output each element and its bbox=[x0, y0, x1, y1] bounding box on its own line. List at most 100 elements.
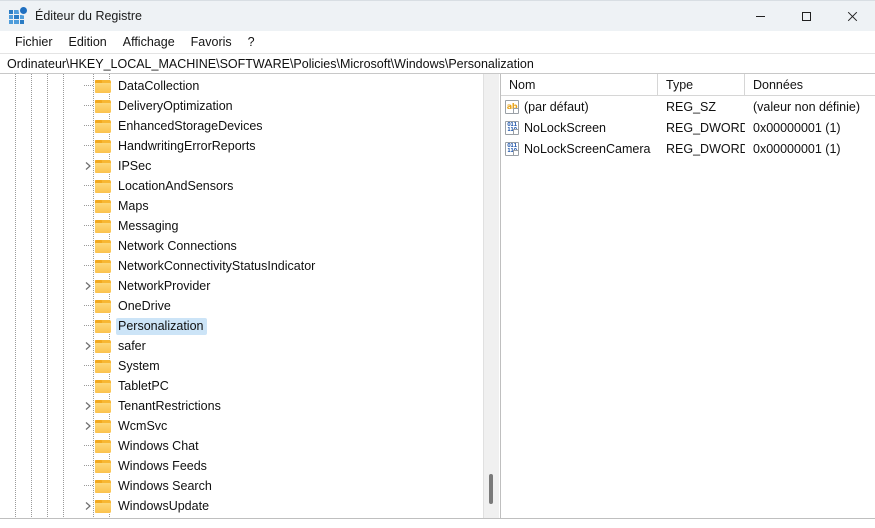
tree-vertical-scrollbar[interactable] bbox=[483, 74, 499, 518]
tree-connector bbox=[81, 476, 95, 496]
tree-item[interactable]: LocationAndSensors bbox=[0, 176, 500, 196]
minimize-button[interactable] bbox=[737, 1, 783, 32]
registry-values-pane: Nom Type Données ab (par défaut) REG_SZ (va… bbox=[501, 74, 875, 518]
dword-value-icon: 011 110 bbox=[505, 141, 519, 156]
tree-item[interactable]: EnhancedStorageDevices bbox=[0, 116, 500, 136]
tree-connector bbox=[81, 216, 95, 236]
tree-item[interactable]: DataCollection bbox=[0, 76, 500, 96]
menu-item-affichage[interactable]: Affichage bbox=[115, 33, 183, 52]
address-bar[interactable]: Ordinateur\HKEY_LOCAL_MACHINE\SOFTWARE\P… bbox=[0, 53, 875, 74]
folder-icon bbox=[95, 139, 111, 153]
tree-item[interactable]: Messaging bbox=[0, 216, 500, 236]
value-row[interactable]: 011 110 NoLockScreenCamera REG_DWORD 0x00000… bbox=[501, 138, 875, 159]
column-header-data[interactable]: Données bbox=[745, 74, 875, 95]
folder-icon bbox=[95, 319, 111, 333]
value-data-cell: 0x00000001 (1) bbox=[753, 120, 841, 135]
chevron-right-icon[interactable] bbox=[81, 396, 95, 416]
value-name-text: NoLockScreen bbox=[524, 120, 606, 135]
tree-item[interactable]: Windows Search bbox=[0, 476, 500, 496]
tree-item[interactable]: WindowsUpdate bbox=[0, 496, 500, 516]
tree-item[interactable]: DeliveryOptimization bbox=[0, 96, 500, 116]
tree-item-label: WorkplaceJoin bbox=[116, 518, 204, 519]
tree-connector bbox=[81, 356, 95, 376]
tree-item[interactable]: NetworkProvider bbox=[0, 276, 500, 296]
registry-editor-icon bbox=[9, 6, 27, 25]
tree-item[interactable]: NetworkConnectivityStatusIndicator bbox=[0, 256, 500, 276]
tree-item-label: TabletPC bbox=[118, 378, 169, 393]
menu-item-fichier[interactable]: Fichier bbox=[7, 33, 61, 52]
tree-item-label: EnhancedStorageDevices bbox=[118, 118, 263, 133]
tree-item[interactable]: Network Connections bbox=[0, 236, 500, 256]
tree-item-label: Maps bbox=[118, 198, 149, 213]
folder-icon bbox=[95, 179, 111, 193]
titlebar-left: Éditeur du Registre bbox=[0, 6, 737, 25]
value-row[interactable]: ab (par défaut) REG_SZ (valeur non définie) bbox=[501, 96, 875, 117]
tree-connector bbox=[81, 96, 95, 116]
tree-item[interactable]: TenantRestrictions bbox=[0, 396, 500, 416]
tree-item[interactable]: TabletPC bbox=[0, 376, 500, 396]
registry-key-tree[interactable]: DataCollection DeliveryOptimization Enhanc… bbox=[0, 76, 500, 518]
folder-icon bbox=[95, 339, 111, 353]
menu-item-[interactable]: ? bbox=[240, 33, 263, 52]
tree-item-label: WindowsUpdate bbox=[118, 498, 210, 513]
chevron-right-icon[interactable] bbox=[81, 156, 95, 176]
registry-path-text: Ordinateur\HKEY_LOCAL_MACHINE\SOFTWARE\P… bbox=[7, 56, 534, 71]
folder-icon bbox=[95, 459, 111, 473]
tree-horizontal-scrollbar-thumb[interactable] bbox=[0, 521, 420, 525]
tree-item[interactable]: safer bbox=[0, 336, 500, 356]
tree-item[interactable]: IPSec bbox=[0, 156, 500, 176]
tree-item[interactable]: System bbox=[0, 356, 500, 376]
tree-horizontal-scrollbar[interactable] bbox=[0, 518, 875, 528]
tree-item-label: OneDrive bbox=[118, 298, 171, 313]
folder-icon bbox=[95, 479, 111, 493]
value-type-cell: REG_SZ bbox=[666, 99, 717, 114]
tree-item[interactable]: HandwritingErrorReports bbox=[0, 136, 500, 156]
tree-item-label: DataCollection bbox=[118, 78, 200, 93]
menu-item-edition[interactable]: Edition bbox=[61, 33, 115, 52]
maximize-button[interactable] bbox=[783, 1, 829, 32]
folder-icon bbox=[95, 439, 111, 453]
tree-item-label: safer bbox=[118, 338, 146, 353]
menubar: Fichier Edition Affichage Favoris? bbox=[0, 31, 875, 53]
tree-item[interactable]: Personalization bbox=[0, 316, 500, 336]
registry-key-tree-pane: DataCollection DeliveryOptimization Enhanc… bbox=[0, 74, 501, 518]
tree-item[interactable]: Windows Chat bbox=[0, 436, 500, 456]
folder-icon bbox=[95, 419, 111, 433]
chevron-right-icon[interactable] bbox=[81, 496, 95, 516]
tree-item-label: Windows Search bbox=[118, 478, 212, 493]
tree-item-label: LocationAndSensors bbox=[118, 178, 234, 193]
tree-connector bbox=[81, 256, 95, 276]
tree-item[interactable]: OneDrive bbox=[0, 296, 500, 316]
chevron-right-icon[interactable] bbox=[81, 276, 95, 296]
chevron-right-icon[interactable] bbox=[81, 416, 95, 436]
value-row[interactable]: 011 110 NoLockScreen REG_DWORD 0x00000001 (1… bbox=[501, 117, 875, 138]
value-type-cell: REG_DWORD bbox=[666, 141, 745, 156]
tree-item-label: Messaging bbox=[118, 218, 179, 233]
dword-value-icon: 011 110 bbox=[505, 120, 519, 135]
values-list[interactable]: ab (par défaut) REG_SZ (valeur non définie)… bbox=[501, 96, 875, 159]
folder-icon bbox=[95, 279, 111, 293]
tree-item[interactable]: Maps bbox=[0, 196, 500, 216]
tree-item-label: Windows Feeds bbox=[118, 458, 207, 473]
tree-item-label: Personalization bbox=[116, 317, 208, 335]
tree-item-label: IPSec bbox=[118, 158, 152, 173]
menu-item-favoris[interactable]: Favoris bbox=[183, 33, 240, 52]
tree-connector bbox=[81, 136, 95, 156]
folder-icon bbox=[95, 219, 111, 233]
close-button[interactable] bbox=[829, 1, 875, 32]
values-column-headers: Nom Type Données bbox=[501, 74, 875, 96]
tree-item-label: TenantRestrictions bbox=[118, 398, 221, 413]
tree-scrollbar-thumb[interactable] bbox=[489, 474, 493, 504]
column-header-name[interactable]: Nom bbox=[501, 74, 658, 95]
tree-item-label: Windows Chat bbox=[118, 438, 199, 453]
value-data-cell: 0x00000001 (1) bbox=[753, 141, 841, 156]
folder-icon bbox=[95, 159, 111, 173]
tree-item[interactable]: Windows Feeds bbox=[0, 456, 500, 476]
column-header-type[interactable]: Type bbox=[658, 74, 745, 95]
value-name-cell: ab (par défaut) bbox=[501, 99, 658, 114]
tree-item-label: NetworkProvider bbox=[118, 278, 211, 293]
folder-icon bbox=[95, 79, 111, 93]
tree-item-label: DeliveryOptimization bbox=[118, 98, 233, 113]
chevron-right-icon[interactable] bbox=[81, 336, 95, 356]
tree-item[interactable]: WcmSvc bbox=[0, 416, 500, 436]
